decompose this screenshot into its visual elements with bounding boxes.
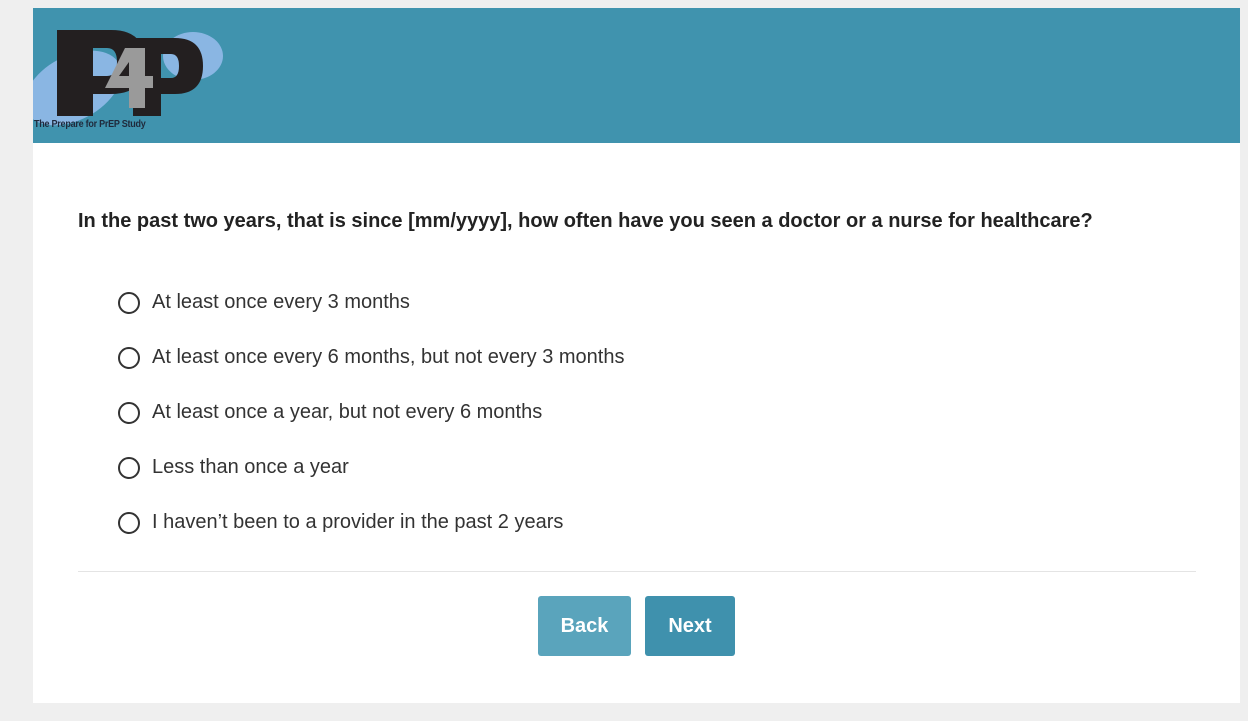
radio-button-icon[interactable] (118, 457, 140, 479)
logo-caption: The Prepare for PrEP Study (34, 118, 146, 130)
question-text: In the past two years, that is since [mm… (78, 210, 1093, 232)
radio-button-icon[interactable] (118, 347, 140, 369)
divider (78, 571, 1196, 572)
answer-option[interactable]: At least once every 3 months (118, 287, 624, 342)
radio-button-icon[interactable] (118, 512, 140, 534)
answer-options: At least once every 3 months At least on… (118, 287, 624, 562)
answer-option[interactable]: Less than once a year (118, 452, 624, 507)
survey-page: The Prepare for PrEP Study In the past t… (33, 8, 1240, 703)
header-banner: The Prepare for PrEP Study (33, 8, 1240, 143)
radio-button-icon[interactable] (118, 292, 140, 314)
answer-option[interactable]: At least once every 6 months, but not ev… (118, 342, 624, 397)
answer-option-label[interactable]: At least once every 3 months (152, 287, 410, 318)
answer-option[interactable]: At least once a year, but not every 6 mo… (118, 397, 624, 452)
answer-option-label[interactable]: At least once every 6 months, but not ev… (152, 342, 624, 373)
answer-option-label[interactable]: At least once a year, but not every 6 mo… (152, 397, 542, 428)
answer-option-label[interactable]: Less than once a year (152, 452, 349, 483)
answer-option[interactable]: I haven’t been to a provider in the past… (118, 507, 624, 562)
radio-button-icon[interactable] (118, 402, 140, 424)
study-logo: The Prepare for PrEP Study (33, 8, 233, 143)
next-button[interactable]: Next (645, 596, 735, 656)
answer-option-label[interactable]: I haven’t been to a provider in the past… (152, 507, 563, 538)
back-button[interactable]: Back (538, 596, 631, 656)
